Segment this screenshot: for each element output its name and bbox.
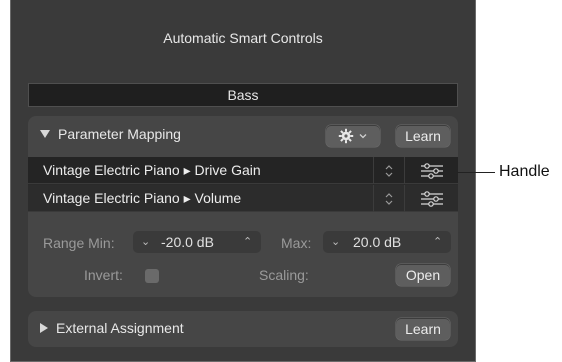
mapping-row-label: Vintage Electric Piano ▸ Drive Gain [43, 162, 261, 178]
parameter-mapping-label: Parameter Mapping [58, 126, 181, 142]
row-stepper-button[interactable] [373, 157, 405, 184]
external-learn-button[interactable]: Learn [396, 318, 450, 340]
increment-chevron-icon[interactable]: ⌃ [433, 231, 442, 253]
row-handle[interactable] [405, 185, 458, 212]
invert-checkbox[interactable] [145, 269, 159, 283]
parameter-mapping-disclosure[interactable]: Parameter Mapping [40, 126, 181, 142]
mapping-list: Vintage Electric Piano ▸ Drive Gain Vint… [28, 157, 458, 212]
smart-controls-panel: Automatic Smart Controls Bass Parameter … [10, 0, 476, 362]
callout-line [457, 172, 495, 173]
gear-icon [338, 128, 354, 144]
external-assignment-section: External Assignment Learn [28, 311, 458, 347]
parameter-mapping-section: Parameter Mapping Learn Vintage Electric… [28, 116, 458, 297]
decrement-chevron-icon[interactable]: ⌄ [331, 231, 340, 253]
max-value: 20.0 dB [353, 234, 402, 250]
up-down-chevron-icon [385, 192, 393, 205]
range-min-label: Range Min: [43, 235, 115, 251]
scaling-open-button[interactable]: Open [396, 264, 450, 286]
external-assignment-disclosure[interactable]: External Assignment [40, 320, 184, 336]
disclosure-triangle-icon [40, 130, 50, 138]
mapping-row-selected[interactable]: Vintage Electric Piano ▸ Drive Gain [28, 157, 458, 184]
gear-menu-button[interactable] [326, 125, 380, 147]
row-stepper-button[interactable] [373, 185, 405, 212]
mapping-row-label: Vintage Electric Piano ▸ Volume [43, 190, 242, 206]
range-min-value: -20.0 dB [161, 234, 214, 250]
scaling-label: Scaling: [259, 267, 309, 283]
increment-chevron-icon[interactable]: ⌃ [243, 231, 252, 253]
chevron-down-icon [359, 134, 367, 139]
track-name-field: Bass [28, 83, 458, 107]
disclosure-triangle-icon [40, 323, 48, 333]
decrement-chevron-icon[interactable]: ⌄ [141, 231, 150, 253]
mapping-row[interactable]: Vintage Electric Piano ▸ Volume [28, 185, 458, 212]
row-handle[interactable] [405, 157, 458, 184]
sliders-icon [420, 190, 443, 207]
panel-title: Automatic Smart Controls [163, 30, 323, 46]
invert-label: Invert: [84, 267, 123, 283]
up-down-chevron-icon [385, 164, 393, 177]
range-min-field[interactable]: ⌄ -20.0 dB ⌃ [133, 231, 261, 253]
max-label: Max: [281, 235, 312, 251]
learn-button[interactable]: Learn [396, 125, 450, 147]
max-field[interactable]: ⌄ 20.0 dB ⌃ [323, 231, 451, 253]
sliders-icon [420, 162, 443, 179]
callout-label: Handle [499, 163, 550, 180]
external-assignment-label: External Assignment [56, 320, 184, 336]
